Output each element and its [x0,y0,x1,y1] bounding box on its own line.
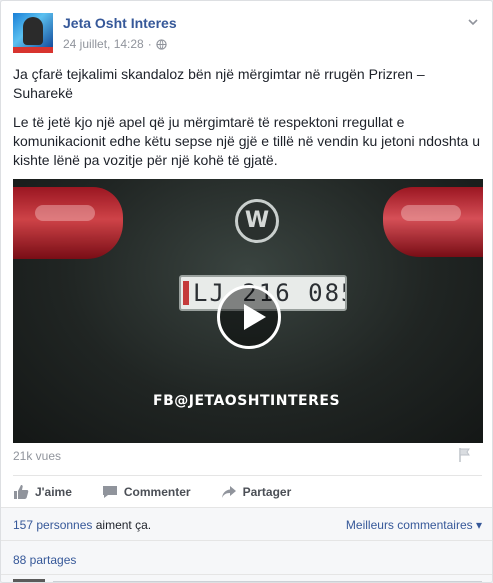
page-avatar[interactable] [13,13,53,53]
avatar-banner [13,47,53,53]
post-text-paragraph-1: Ja çfarë tejkalimi skandaloz bën një mër… [13,66,425,101]
avatar-figure [23,17,43,45]
video-player[interactable]: LJ 216 085 FB@JETAOSHTINTERES [13,179,483,443]
comment-sort-dropdown[interactable]: Meilleurs commentaires ▾ [346,518,482,532]
share-button[interactable]: Partager [221,484,292,500]
meta-separator: · [147,37,152,51]
post-meta: 24 juillet, 14:28 · [63,37,167,51]
like-button[interactable]: J'aime [13,484,72,500]
likes-summary: 157 personnes aiment ça. [13,518,151,532]
post-card: Jeta Osht Interes 24 juillet, 14:28 · Ja… [0,0,493,583]
action-bar: J'aime Commenter Partager [13,475,482,507]
caret-down-icon: ▾ [475,518,482,532]
comment-icon [102,485,117,498]
post-header: Jeta Osht Interes 24 juillet, 14:28 · [1,1,492,63]
left-taillight [13,187,123,259]
like-icon [14,484,29,499]
chevron-down-icon[interactable] [466,15,480,29]
comment-sort-label: Meilleurs commentaires [345,518,473,532]
globe-icon [156,38,167,50]
likes-count-link[interactable]: 157 personnes [13,518,92,532]
post-text-paragraph-2: Le të jetë kjo një apel që ju mërgimtarë… [13,114,480,168]
page-name-link[interactable]: Jeta Osht Interes [63,15,177,31]
shares-count-link[interactable]: 88 partages [13,553,76,567]
share-icon [221,485,236,498]
like-label: J'aime [35,484,72,499]
flag-icon[interactable] [458,447,472,463]
shares-row: 88 partages [1,540,492,567]
play-icon[interactable] [217,285,281,349]
car-logo [235,199,279,243]
user-avatar [13,579,45,582]
comment-button[interactable]: Commenter [102,484,191,500]
likes-suffix: aiment ça. [92,518,152,532]
share-label: Partager [242,484,292,499]
post-timestamp[interactable]: 24 juillet, 14:28 [63,37,144,51]
right-taillight [383,187,483,257]
comment-label: Commenter [123,484,191,499]
video-watermark: FB@JETAOSHTINTERES [153,393,341,409]
engagement-summary: 157 personnes aiment ça. Meilleurs comme… [1,507,492,582]
view-count: 21k vues [13,449,62,463]
comment-composer [1,574,492,582]
